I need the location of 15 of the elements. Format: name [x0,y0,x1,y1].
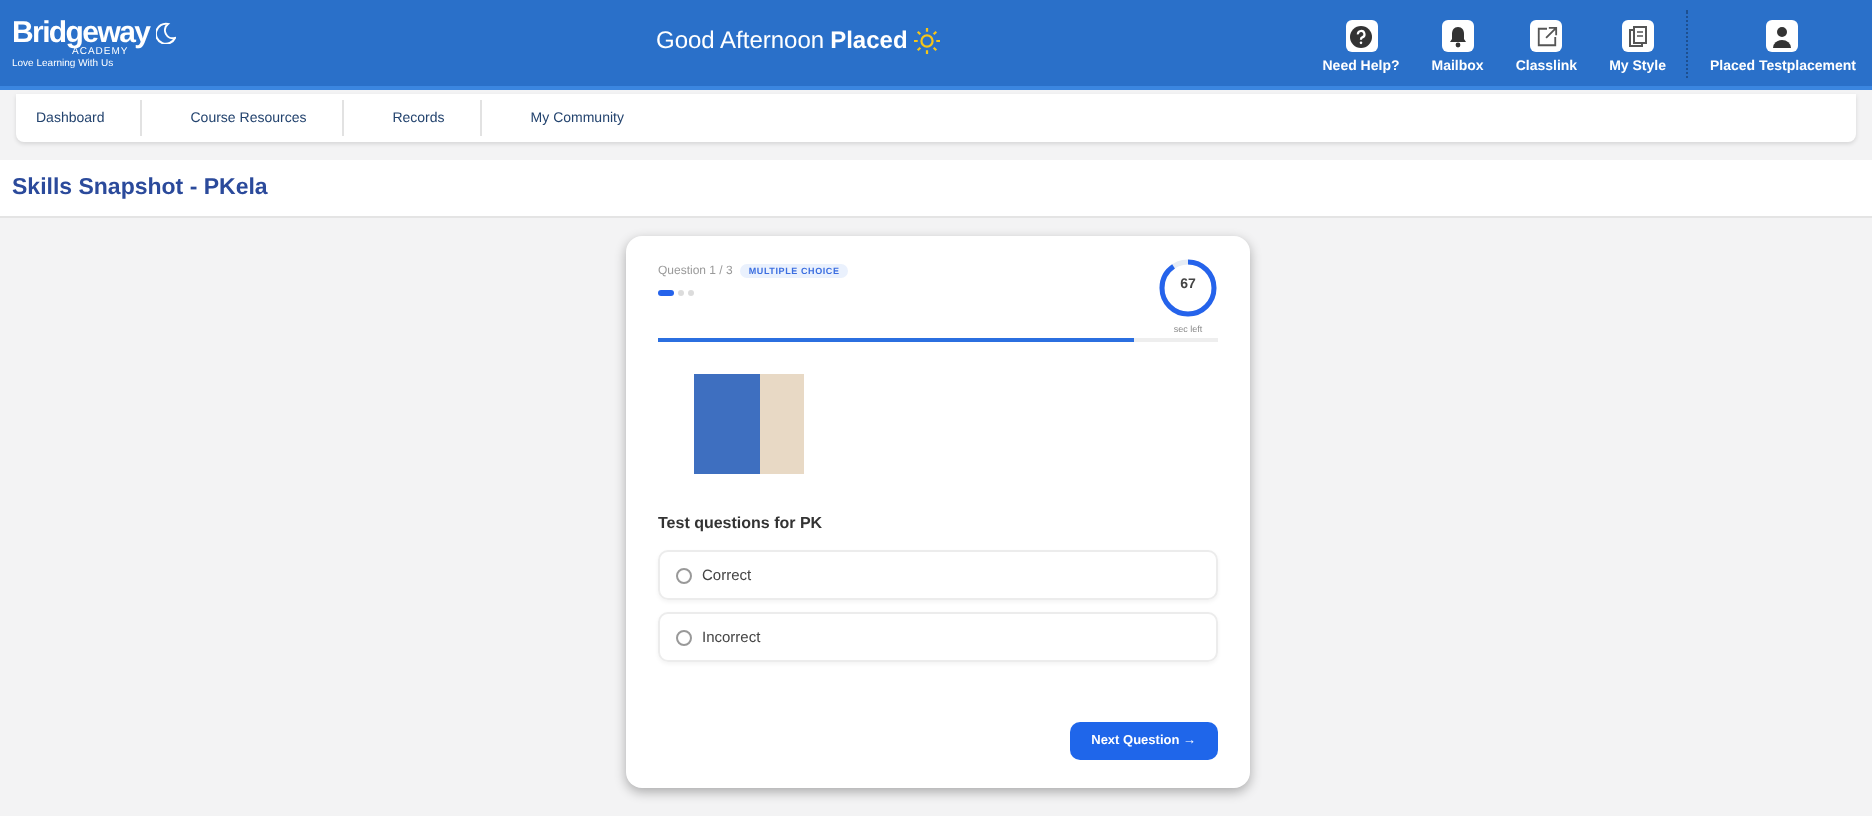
user-first-name: Placed [830,26,908,54]
radio-button[interactable] [676,629,692,645]
image-placeholder [694,374,804,474]
bell-icon [1447,25,1468,47]
help-icon [1350,25,1372,47]
page-title: Skills Snapshot - PKela [12,176,268,200]
sun-icon [913,27,940,53]
question-text: Test questions for PK [658,514,825,532]
clipboard-icon [1627,25,1648,47]
logo-text: Bridgeway [12,17,150,47]
external-link-icon [1535,25,1558,47]
moon-icon [155,21,176,43]
radio-button[interactable] [676,567,692,583]
greeting-text: Good Afternoon [656,26,825,54]
user-icon [1772,25,1793,47]
